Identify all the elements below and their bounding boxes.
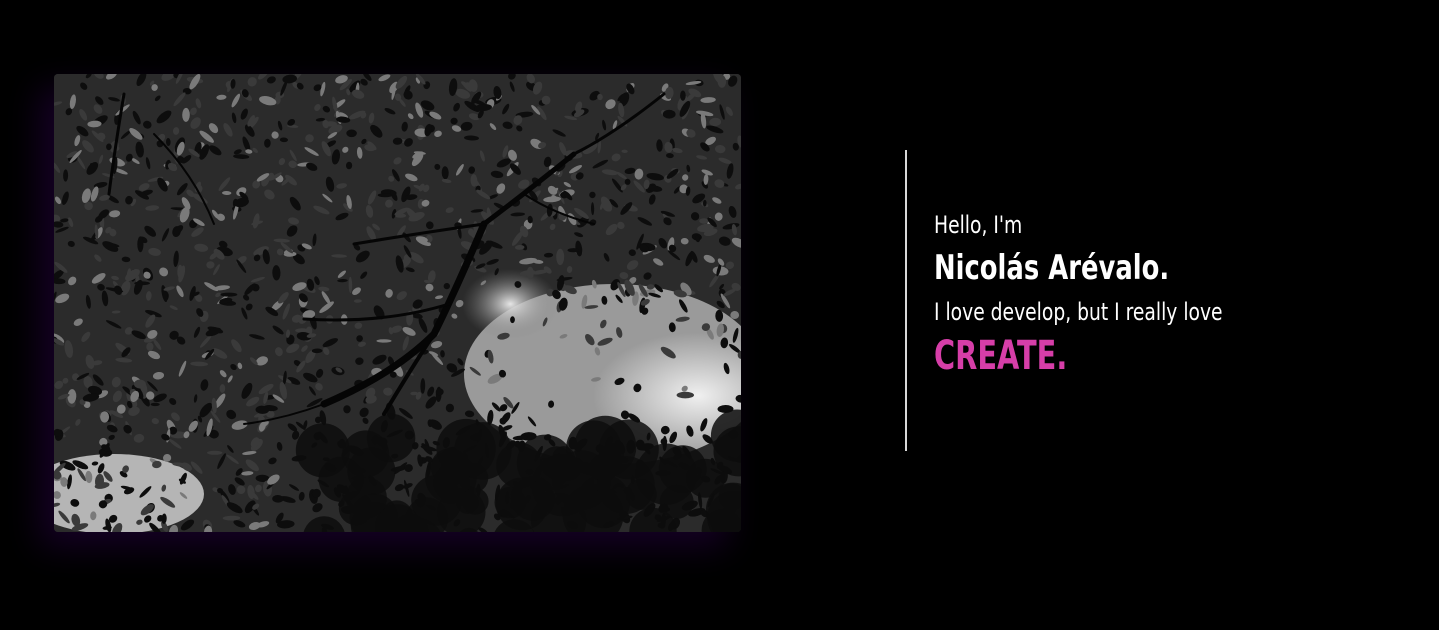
hero-photo [54, 74, 741, 532]
tagline-text: I love develop, but I really love [934, 297, 1223, 326]
vertical-divider [905, 150, 907, 451]
tree-canopy-image [54, 74, 741, 532]
highlight-word: CREATE. [934, 332, 1068, 379]
greeting-text: Hello, I'm [934, 211, 1023, 239]
hero-section: Hello, I'm Nicolás Arévalo. I love devel… [0, 0, 1439, 630]
author-name: Nicolás Arévalo. [934, 248, 1170, 289]
intro-text: Hello, I'm Nicolás Arévalo. I love devel… [934, 206, 1414, 382]
